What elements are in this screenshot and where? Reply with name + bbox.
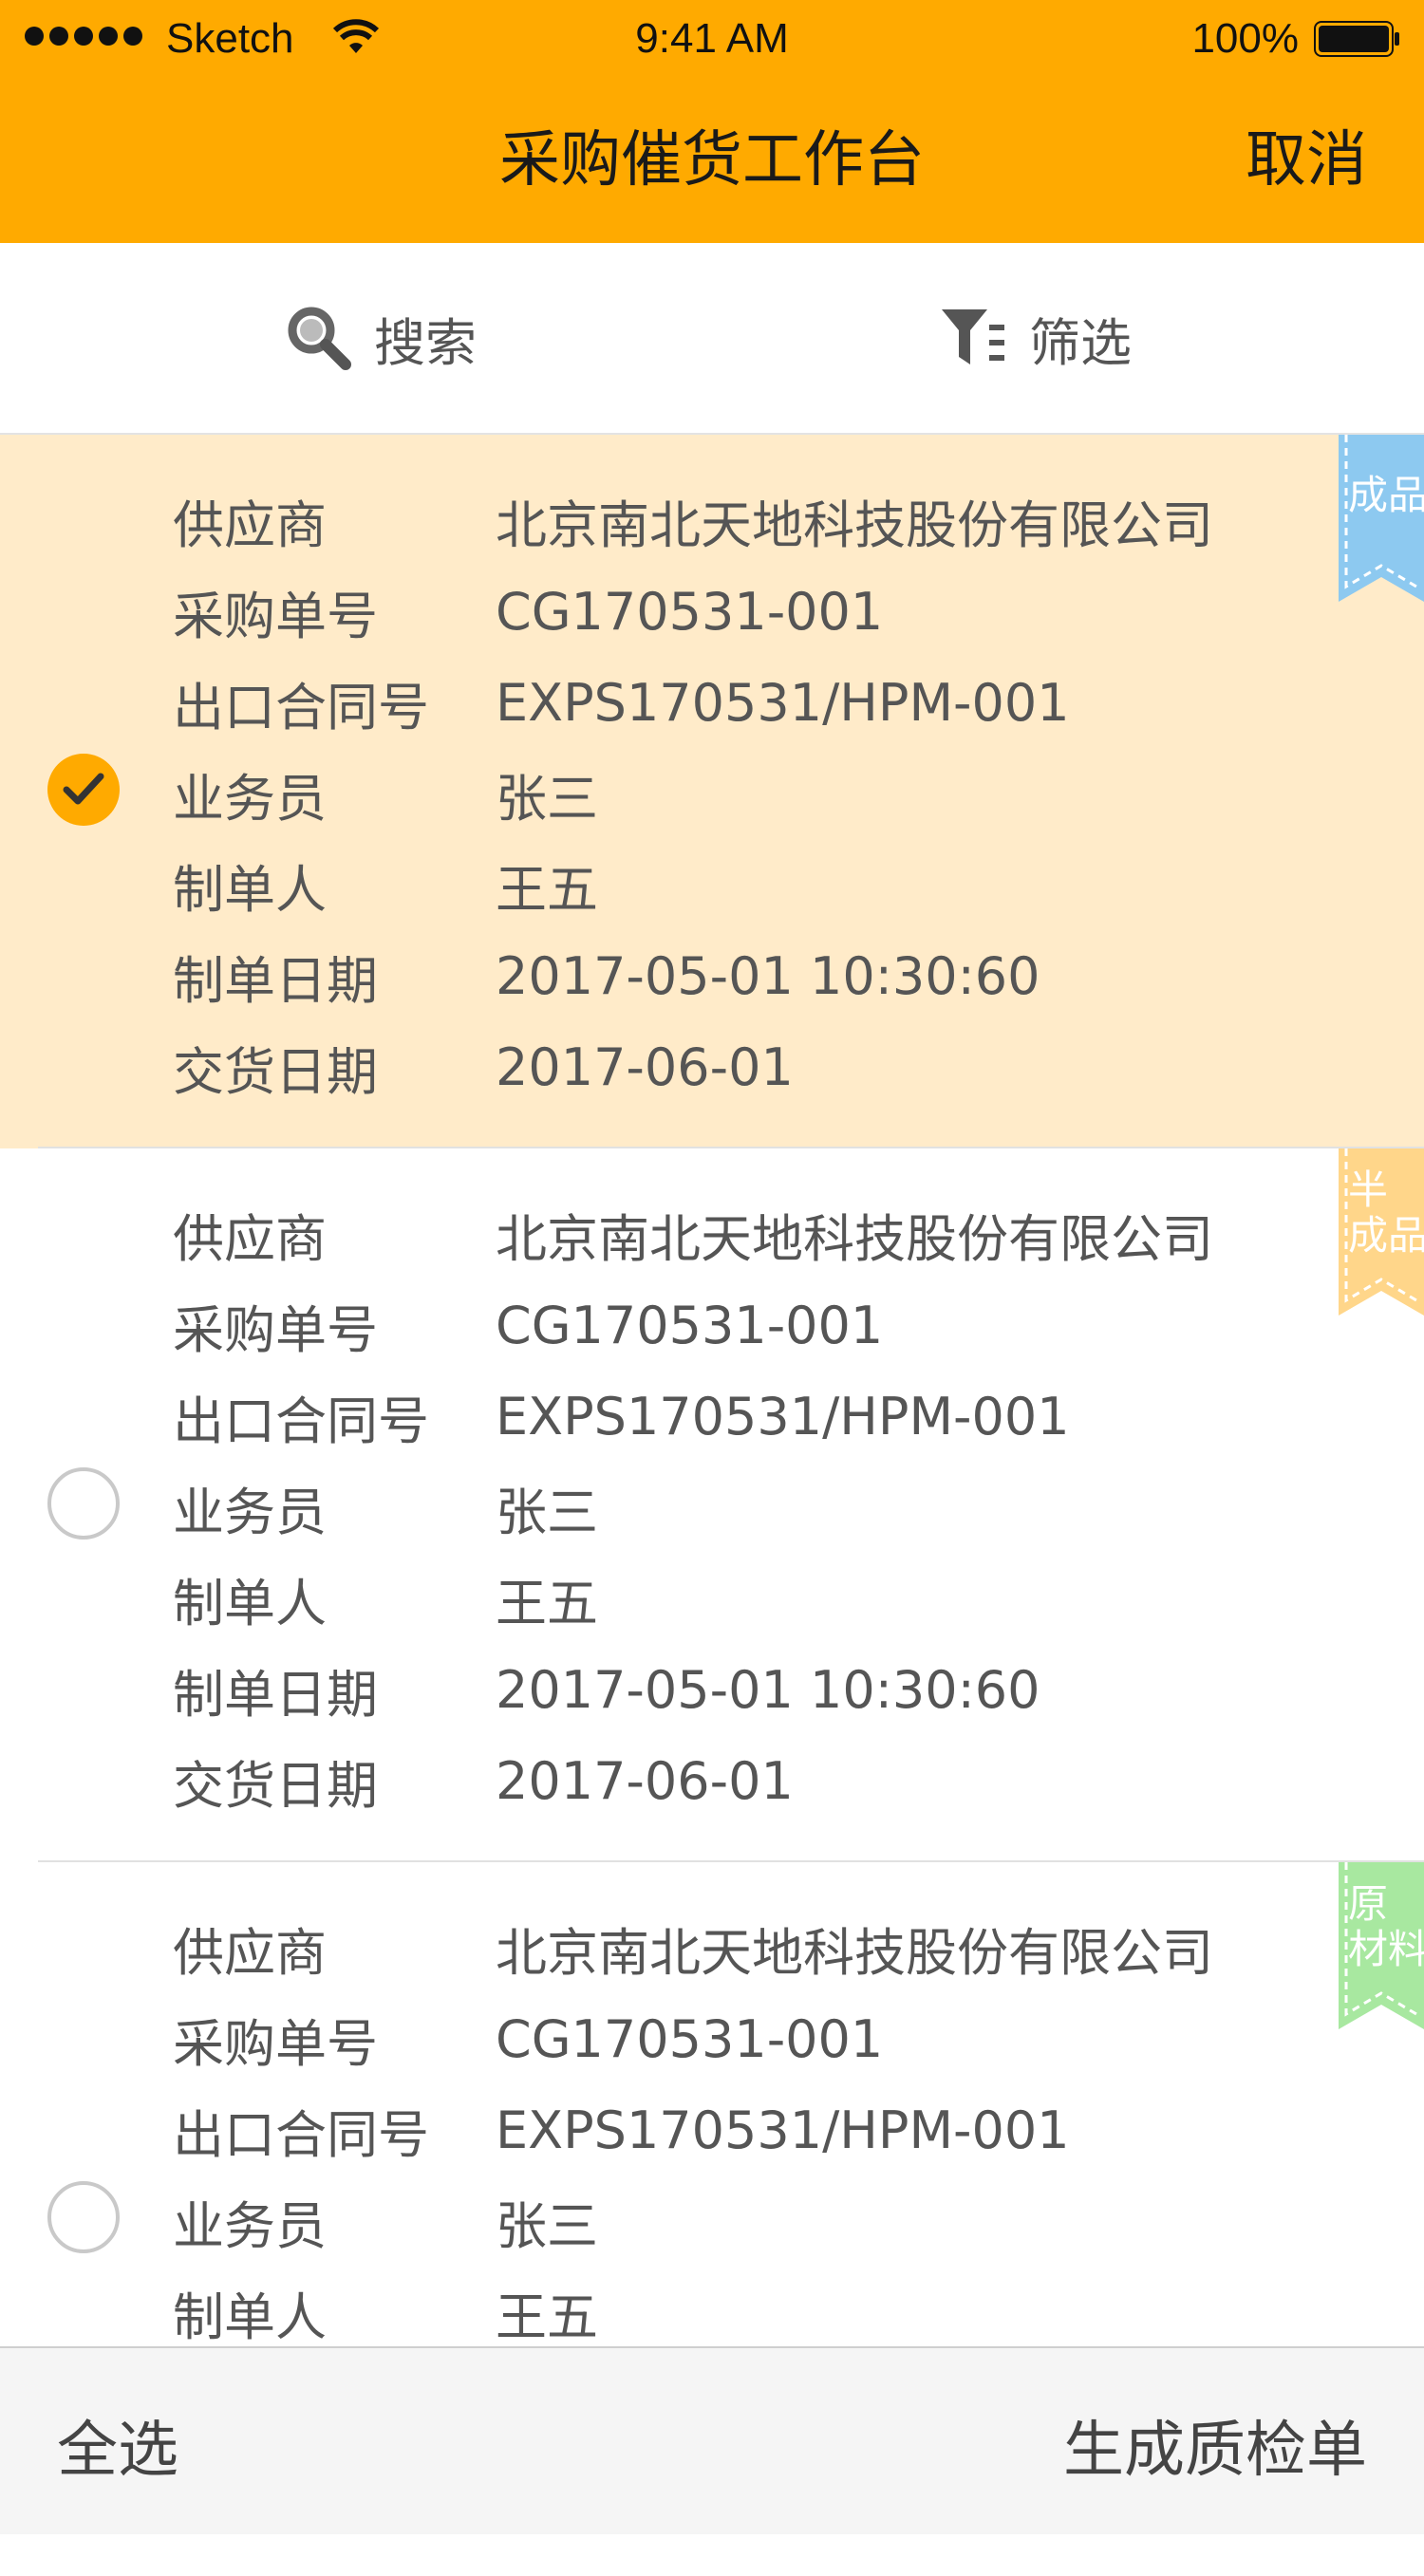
creator-row: 制单人 王五 — [173, 1553, 598, 1644]
salesman-row: 业务员 张三 — [173, 1462, 598, 1553]
salesman-value: 张三 — [496, 2195, 598, 2256]
order-no-row: 采购单号 CG170531-001 — [173, 1279, 883, 1371]
order-no-label: 采购单号 — [173, 1299, 378, 1360]
order-no-row: 采购单号 CG170531-001 — [173, 1993, 883, 2084]
order-no-row: 采购单号 CG170531-001 — [173, 566, 883, 657]
salesman-value: 张三 — [496, 1482, 598, 1542]
salesman-label: 业务员 — [173, 1482, 327, 1542]
search-icon — [288, 307, 351, 370]
category-tag-text: 成品 — [1348, 472, 1424, 518]
creator-label: 制单人 — [173, 859, 327, 920]
supplier-label: 供应商 — [173, 1922, 327, 1983]
tag-ribbon-icon — [1339, 435, 1424, 602]
battery-icon — [1314, 21, 1399, 57]
checkbox-unchecked[interactable] — [47, 1467, 120, 1540]
page-title: 采购催货工作台 — [499, 125, 925, 196]
generate-inspection-button[interactable]: 生成质检单 — [1063, 2401, 1367, 2489]
supplier-row: 供应商 北京南北天地科技股份有限公司 — [173, 475, 1213, 566]
search-label: 搜索 — [374, 312, 477, 373]
toolbar: 搜索 筛选 — [0, 243, 1424, 435]
create-date-row: 制单日期 2017-05-01 10:30:60 — [173, 930, 1040, 1021]
category-tag: 原 材料 — [1339, 1862, 1424, 2029]
creator-row: 制单人 王五 — [173, 2267, 598, 2358]
checkbox-checked[interactable] — [47, 754, 120, 826]
contract-no-row: 出口合同号 EXPS170531/HPM-001 — [173, 1371, 1070, 1462]
bottom-bar: 全选 生成质检单 — [0, 2346, 1424, 2534]
create-date-value: 2017-05-01 10:30:60 — [496, 945, 1040, 1006]
check-icon — [63, 773, 104, 805]
supplier-value: 北京南北天地科技股份有限公司 — [496, 1922, 1213, 1983]
contract-no-value: EXPS170531/HPM-001 — [496, 1386, 1070, 1447]
creator-value: 王五 — [496, 1573, 598, 1633]
order-no-value: CG170531-001 — [496, 1295, 884, 1355]
creator-label: 制单人 — [173, 2287, 327, 2347]
supplier-value: 北京南北天地科技股份有限公司 — [496, 1208, 1213, 1269]
salesman-label: 业务员 — [173, 2195, 327, 2256]
supplier-row: 供应商 北京南北天地科技股份有限公司 — [173, 1902, 1213, 1993]
contract-no-label: 出口合同号 — [173, 677, 429, 737]
create-date-label: 制单日期 — [173, 950, 378, 1011]
category-tag-text: 半 成品 — [1348, 1167, 1424, 1259]
salesman-value: 张三 — [496, 768, 598, 829]
battery-percent: 100% — [1191, 15, 1299, 62]
category-tag-text: 原 材料 — [1348, 1880, 1424, 1972]
salesman-row: 业务员 张三 — [173, 2175, 598, 2267]
filter-label: 筛选 — [1029, 312, 1132, 373]
supplier-label: 供应商 — [173, 1208, 327, 1269]
cancel-button[interactable]: 取消 — [1246, 118, 1367, 203]
supplier-row: 供应商 北京南北天地科技股份有限公司 — [173, 1188, 1213, 1279]
filter-icon — [942, 309, 1004, 364]
delivery-date-value: 2017-06-01 — [496, 1036, 794, 1097]
order-list: 供应商 北京南北天地科技股份有限公司 采购单号 CG170531-001 出口合… — [0, 435, 1424, 2576]
delivery-date-row: 交货日期 2017-06-01 — [173, 1735, 794, 1826]
order-no-label: 采购单号 — [173, 2013, 378, 2074]
contract-no-label: 出口合同号 — [173, 1391, 429, 1451]
create-date-row: 制单日期 2017-05-01 10:30:60 — [173, 1644, 1040, 1735]
create-date-value: 2017-05-01 10:30:60 — [496, 1659, 1040, 1720]
salesman-label: 业务员 — [173, 768, 327, 829]
category-tag: 成品 — [1339, 435, 1424, 602]
filter-button[interactable]: 筛选 — [940, 300, 1132, 376]
creator-label: 制单人 — [173, 1573, 327, 1633]
supplier-label: 供应商 — [173, 495, 327, 555]
order-card[interactable]: 供应商 北京南北天地科技股份有限公司 采购单号 CG170531-001 出口合… — [0, 435, 1424, 1148]
creator-value: 王五 — [496, 859, 598, 920]
search-button[interactable]: 搜索 — [285, 300, 477, 376]
checkbox-unchecked[interactable] — [47, 2181, 120, 2253]
delivery-date-label: 交货日期 — [173, 1755, 378, 1816]
create-date-label: 制单日期 — [173, 1664, 378, 1725]
supplier-value: 北京南北天地科技股份有限公司 — [496, 495, 1213, 555]
creator-row: 制单人 王五 — [173, 839, 598, 930]
contract-no-row: 出口合同号 EXPS170531/HPM-001 — [173, 657, 1070, 748]
delivery-date-value: 2017-06-01 — [496, 1750, 794, 1811]
contract-no-value: EXPS170531/HPM-001 — [496, 2100, 1070, 2160]
order-no-value: CG170531-001 — [496, 2008, 884, 2069]
order-card[interactable]: 供应商 北京南北天地科技股份有限公司 采购单号 CG170531-001 出口合… — [0, 1148, 1424, 1862]
status-bar: Sketch 9:41 AM 100% — [0, 0, 1424, 82]
salesman-row: 业务员 张三 — [173, 748, 598, 839]
top-bar: Sketch 9:41 AM 100% 采购催货工作台 取消 — [0, 0, 1424, 243]
order-no-label: 采购单号 — [173, 586, 378, 646]
delivery-date-row: 交货日期 2017-06-01 — [173, 1021, 794, 1112]
contract-no-value: EXPS170531/HPM-001 — [496, 672, 1070, 733]
order-no-value: CG170531-001 — [496, 581, 884, 642]
select-all-button[interactable]: 全选 — [57, 2401, 178, 2489]
contract-no-row: 出口合同号 EXPS170531/HPM-001 — [173, 2084, 1070, 2175]
contract-no-label: 出口合同号 — [173, 2104, 429, 2165]
category-tag: 半 成品 — [1339, 1148, 1424, 1316]
creator-value: 王五 — [496, 2287, 598, 2347]
delivery-date-label: 交货日期 — [173, 1041, 378, 1102]
